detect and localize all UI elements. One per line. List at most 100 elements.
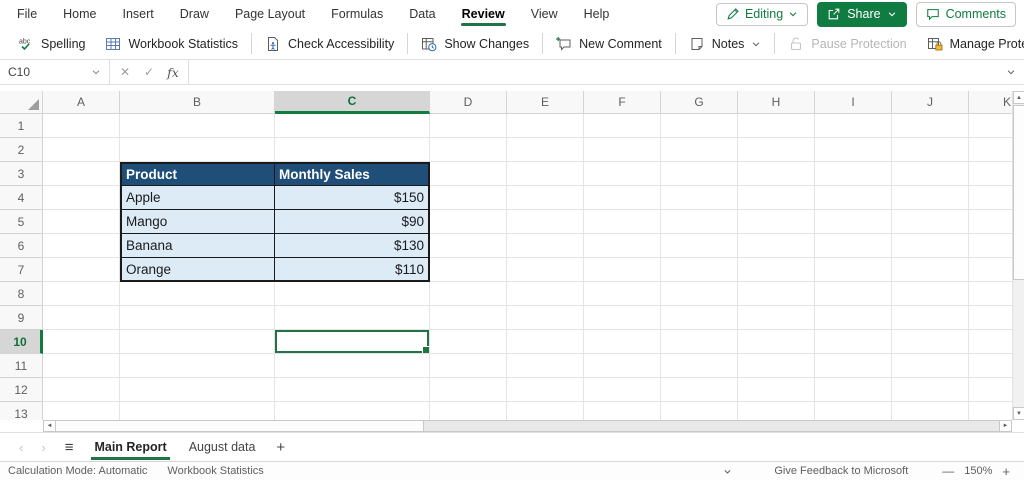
cell-D9[interactable]	[430, 306, 507, 330]
cell-B6[interactable]: Banana	[120, 234, 275, 258]
pause-protection-button[interactable]: Pause Protection	[778, 30, 916, 57]
cell-G10[interactable]	[661, 330, 738, 354]
cell-G13[interactable]	[661, 402, 738, 420]
row-header-13[interactable]: 13	[0, 402, 43, 420]
cell-F10[interactable]	[584, 330, 661, 354]
calculation-mode-status[interactable]: Calculation Mode: Automatic	[8, 465, 147, 477]
cell-E8[interactable]	[507, 282, 584, 306]
cell-J8[interactable]	[892, 282, 969, 306]
cell-B2[interactable]	[120, 138, 275, 162]
cell-D13[interactable]	[430, 402, 507, 420]
column-header-F[interactable]: F	[584, 91, 661, 114]
cell-H4[interactable]	[738, 186, 815, 210]
cell-C13[interactable]	[275, 402, 430, 420]
cell-A3[interactable]	[43, 162, 120, 186]
cell-D2[interactable]	[430, 138, 507, 162]
cell-J5[interactable]	[892, 210, 969, 234]
cell-C8[interactable]	[275, 282, 430, 306]
workbook-statistics-button[interactable]: Workbook Statistics	[95, 30, 248, 57]
cell-J12[interactable]	[892, 378, 969, 402]
cell-D12[interactable]	[430, 378, 507, 402]
column-header-I[interactable]: I	[815, 91, 892, 114]
new-comment-button[interactable]: New Comment	[546, 30, 672, 57]
add-sheet-button[interactable]: +	[266, 439, 295, 456]
cell-I8[interactable]	[815, 282, 892, 306]
cell-I2[interactable]	[815, 138, 892, 162]
feedback-link[interactable]: Give Feedback to Microsoft	[774, 465, 908, 477]
cell-A8[interactable]	[43, 282, 120, 306]
cell-F3[interactable]	[584, 162, 661, 186]
cell-F1[interactable]	[584, 114, 661, 138]
cell-E5[interactable]	[507, 210, 584, 234]
confirm-icon[interactable]: ✓	[137, 65, 161, 79]
cell-H3[interactable]	[738, 162, 815, 186]
cell-J2[interactable]	[892, 138, 969, 162]
editing-mode-button[interactable]: Editing	[715, 2, 809, 26]
sheet-next-icon[interactable]: ›	[32, 440, 54, 455]
cancel-icon[interactable]: ✕	[113, 65, 137, 79]
cell-G3[interactable]	[661, 162, 738, 186]
select-all-button[interactable]	[0, 91, 43, 114]
show-changes-button[interactable]: Show Changes	[411, 30, 539, 57]
cell-B9[interactable]	[120, 306, 275, 330]
cell-B10[interactable]	[120, 330, 275, 354]
cell-E9[interactable]	[507, 306, 584, 330]
scroll-down-button[interactable]: ▼	[1013, 407, 1024, 420]
row-header-10[interactable]: 10	[0, 330, 43, 354]
cell-A7[interactable]	[43, 258, 120, 282]
formula-bar-expand-chevron[interactable]	[998, 60, 1024, 84]
cell-I11[interactable]	[815, 354, 892, 378]
column-header-E[interactable]: E	[507, 91, 584, 114]
cell-I4[interactable]	[815, 186, 892, 210]
cell-F4[interactable]	[584, 186, 661, 210]
cell-E3[interactable]	[507, 162, 584, 186]
cell-A12[interactable]	[43, 378, 120, 402]
cell-J9[interactable]	[892, 306, 969, 330]
cell-G8[interactable]	[661, 282, 738, 306]
cell-J3[interactable]	[892, 162, 969, 186]
cell-A11[interactable]	[43, 354, 120, 378]
row-header-4[interactable]: 4	[0, 186, 43, 210]
menu-tab-review[interactable]: Review	[449, 0, 518, 28]
column-header-G[interactable]: G	[661, 91, 738, 114]
cell-D8[interactable]	[430, 282, 507, 306]
menu-tab-help[interactable]: Help	[571, 0, 623, 28]
zoom-out-button[interactable]: —	[936, 464, 960, 478]
column-header-J[interactable]: J	[892, 91, 969, 114]
cell-H8[interactable]	[738, 282, 815, 306]
cell-E2[interactable]	[507, 138, 584, 162]
cell-B7[interactable]: Orange	[120, 258, 275, 282]
cell-F13[interactable]	[584, 402, 661, 420]
cell-I9[interactable]	[815, 306, 892, 330]
cell-A13[interactable]	[43, 402, 120, 420]
all-sheets-menu-icon[interactable]: ≡	[55, 439, 84, 456]
cell-F5[interactable]	[584, 210, 661, 234]
menu-tab-page-layout[interactable]: Page Layout	[222, 0, 318, 28]
cell-E1[interactable]	[507, 114, 584, 138]
cell-H11[interactable]	[738, 354, 815, 378]
vertical-scrollbar[interactable]: ▲ ▼	[1012, 91, 1024, 420]
row-header-1[interactable]: 1	[0, 114, 43, 138]
scroll-right-button[interactable]: ►	[999, 420, 1012, 432]
horizontal-scrollbar[interactable]: ◄ ►	[0, 420, 1024, 433]
cell-H5[interactable]	[738, 210, 815, 234]
cell-I6[interactable]	[815, 234, 892, 258]
cell-J4[interactable]	[892, 186, 969, 210]
row-header-11[interactable]: 11	[0, 354, 43, 378]
cell-A10[interactable]	[43, 330, 120, 354]
share-button[interactable]: Share	[817, 1, 907, 27]
cell-E12[interactable]	[507, 378, 584, 402]
cell-H12[interactable]	[738, 378, 815, 402]
menu-tab-view[interactable]: View	[518, 0, 571, 28]
cell-D4[interactable]	[430, 186, 507, 210]
cell-D5[interactable]	[430, 210, 507, 234]
cell-F6[interactable]	[584, 234, 661, 258]
cell-B3[interactable]: Product	[120, 162, 275, 186]
vertical-scroll-thumb[interactable]	[1013, 105, 1024, 280]
manage-protection-button[interactable]: Manage Protection	[917, 30, 1024, 57]
cell-B8[interactable]	[120, 282, 275, 306]
scroll-left-button[interactable]: ◄	[43, 420, 56, 432]
cell-G4[interactable]	[661, 186, 738, 210]
row-header-6[interactable]: 6	[0, 234, 43, 258]
formula-input[interactable]	[189, 60, 998, 84]
